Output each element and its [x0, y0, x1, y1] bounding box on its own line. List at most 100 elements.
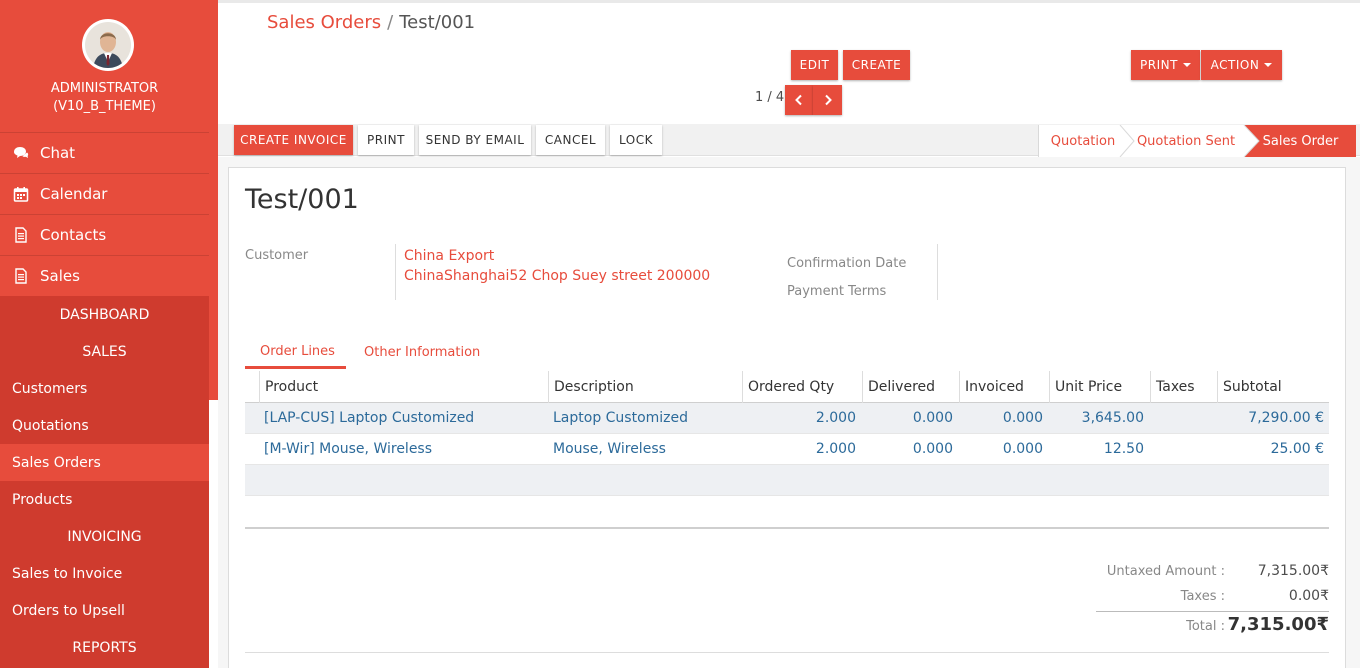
column-header-description[interactable]: Description: [548, 371, 742, 403]
record-title: Test/001: [245, 184, 359, 215]
create-button[interactable]: CREATE: [843, 50, 910, 80]
column-header-ordered-qty[interactable]: Ordered Qty: [742, 371, 862, 403]
cell-delivered[interactable]: 0.000: [862, 434, 953, 464]
action-dropdown-label: ACTION: [1210, 58, 1260, 72]
top-border: [218, 0, 1360, 3]
print-dropdown-label: PRINT: [1140, 58, 1178, 72]
stage-sales-order[interactable]: Sales Order: [1245, 125, 1356, 157]
cell-description[interactable]: Mouse, Wireless: [553, 434, 666, 464]
cell-invoiced[interactable]: 0.000: [959, 403, 1043, 433]
table-row-empty[interactable]: [245, 465, 1329, 496]
menu-item-sales-orders[interactable]: Sales Orders: [0, 444, 209, 481]
sidebar-item-label: Sales: [40, 267, 80, 285]
action-dropdown-button[interactable]: ACTION: [1201, 50, 1282, 80]
menu-item-orders-to-upsell[interactable]: Orders to Upsell: [0, 592, 209, 629]
untaxed-amount-label: Untaxed Amount :: [1106, 564, 1225, 579]
pager-previous-button[interactable]: [785, 85, 813, 115]
order-lines-table: Product Description Ordered Qty Delivere…: [245, 371, 1329, 496]
pager-value[interactable]: 1 / 4: [755, 90, 784, 105]
avatar[interactable]: [82, 19, 134, 71]
table-row[interactable]: [LAP-CUS] Laptop Customized Laptop Custo…: [245, 403, 1329, 434]
breadcrumb-separator: /: [387, 12, 394, 33]
tab-order-lines[interactable]: Order Lines: [260, 344, 335, 359]
customer-link[interactable]: China Export: [404, 248, 494, 264]
column-header-invoiced[interactable]: Invoiced: [959, 371, 1049, 403]
sidebar-item-calendar[interactable]: Calendar: [0, 174, 209, 215]
menu-item-products[interactable]: Products: [0, 481, 209, 518]
breadcrumb: Sales Orders / Test/001: [267, 12, 475, 34]
cell-delivered[interactable]: 0.000: [862, 403, 953, 433]
pager-next-button[interactable]: [813, 85, 842, 115]
app-menu: Chat Calendar Contacts Sales: [0, 133, 209, 297]
cancel-button[interactable]: CANCEL: [536, 125, 605, 155]
form-divider: [245, 652, 1329, 653]
column-header-product[interactable]: Product: [259, 371, 548, 403]
create-invoice-button[interactable]: CREATE INVOICE: [234, 125, 353, 155]
customer-label: Customer: [245, 248, 309, 263]
sidebar-item-sales[interactable]: Sales: [0, 256, 209, 297]
sidebar-item-chat[interactable]: Chat: [0, 133, 209, 174]
edit-button[interactable]: EDIT: [791, 50, 838, 80]
user-database: (V10_B_THEME): [53, 99, 156, 114]
field-divider: [937, 244, 938, 300]
table-row[interactable]: [M-Wir] Mouse, Wireless Mouse, Wireless …: [245, 434, 1329, 465]
total-value: 7,315.00₹: [1227, 614, 1329, 635]
cell-ordered-qty[interactable]: 2.000: [742, 434, 856, 464]
cell-invoiced[interactable]: 0.000: [959, 434, 1043, 464]
active-tab-indicator: [245, 366, 346, 369]
contacts-icon: [12, 227, 30, 243]
caret-down-icon: [1264, 63, 1273, 67]
cell-product[interactable]: [LAP-CUS] Laptop Customized: [264, 403, 474, 433]
table-footer: [245, 527, 1329, 535]
confirmation-date-label: Confirmation Date: [787, 256, 907, 271]
menu-dashboard[interactable]: DASHBOARD: [0, 296, 209, 333]
chevron-right-icon: [824, 94, 832, 106]
field-divider: [395, 244, 396, 300]
lock-button[interactable]: LOCK: [610, 125, 662, 155]
taxes-value: 0.00₹: [1288, 588, 1329, 604]
cell-unit-price[interactable]: 3,645.00: [1049, 403, 1144, 433]
totals-divider: [1096, 611, 1329, 612]
stage-quotation-sent[interactable]: Quotation Sent: [1127, 125, 1245, 157]
sidebar-item-label: Chat: [40, 144, 76, 162]
column-header-delivered[interactable]: Delivered: [862, 371, 959, 403]
print-button[interactable]: PRINT: [358, 125, 414, 155]
sidebar-item-label: Calendar: [40, 185, 108, 203]
cell-description[interactable]: Laptop Customized: [553, 403, 688, 433]
tab-other-information[interactable]: Other Information: [364, 345, 480, 360]
menu-header-sales: SALES: [82, 343, 127, 360]
column-header-taxes[interactable]: Taxes: [1150, 371, 1217, 403]
sidebar: ADMINISTRATOR (V10_B_THEME) Chat Calenda…: [0, 0, 218, 668]
menu-item-quotations[interactable]: Quotations: [0, 407, 209, 444]
cell-product[interactable]: [M-Wir] Mouse, Wireless: [264, 434, 432, 464]
breadcrumb-link-sales-orders[interactable]: Sales Orders: [267, 12, 381, 33]
calendar-icon: [12, 186, 30, 202]
caret-down-icon: [1182, 63, 1191, 67]
user-profile: ADMINISTRATOR (V10_B_THEME): [0, 0, 209, 133]
print-dropdown-button[interactable]: PRINT: [1131, 50, 1200, 80]
stage-arrow: [1119, 125, 1135, 157]
sales-icon: [12, 268, 30, 284]
stage-quotation[interactable]: Quotation: [1039, 125, 1127, 157]
column-header-subtotal[interactable]: Subtotal: [1217, 371, 1329, 403]
taxes-label: Taxes :: [1180, 589, 1225, 604]
cell-ordered-qty[interactable]: 2.000: [742, 403, 856, 433]
send-by-email-button[interactable]: SEND BY EMAIL: [419, 125, 531, 155]
cell-taxes[interactable]: [1150, 403, 1211, 433]
menu-item-sales-to-invoice[interactable]: Sales to Invoice: [0, 555, 209, 592]
cell-subtotal[interactable]: 7,290.00 €: [1217, 403, 1324, 433]
customer-address[interactable]: ChinaShanghai52 Chop Suey street 200000: [404, 268, 710, 284]
cell-subtotal[interactable]: 25.00 €: [1217, 434, 1324, 464]
table-header: Product Description Ordered Qty Delivere…: [245, 371, 1329, 403]
menu-item-customers[interactable]: Customers: [0, 370, 209, 407]
sidebar-scrollbar-thumb[interactable]: [209, 0, 218, 400]
chevron-left-icon: [795, 94, 802, 106]
menu-header-invoicing: INVOICING: [67, 528, 142, 545]
sales-submenu: DASHBOARD SALES Customers Quotations Sal…: [0, 296, 209, 668]
sidebar-item-contacts[interactable]: Contacts: [0, 215, 209, 256]
stage-arrow-active: [1242, 125, 1260, 157]
column-header-unit-price[interactable]: Unit Price: [1049, 371, 1150, 403]
chat-icon: [12, 145, 30, 161]
cell-unit-price[interactable]: 12.50: [1049, 434, 1144, 464]
cell-taxes[interactable]: [1150, 434, 1211, 464]
